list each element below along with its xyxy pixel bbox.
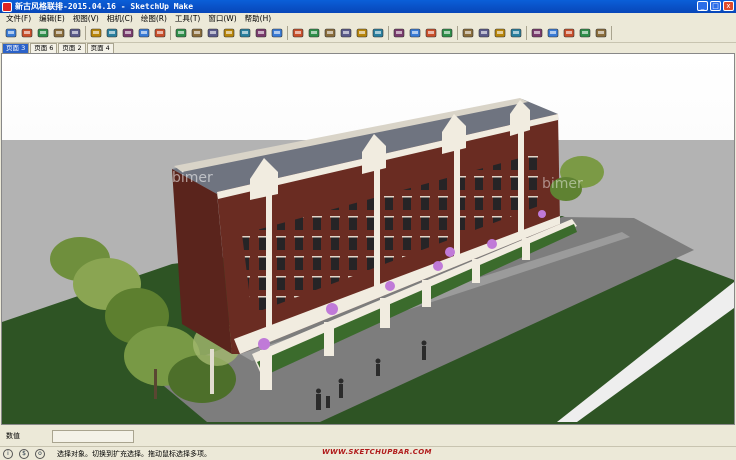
zoom-extents-icon[interactable]: [238, 27, 251, 40]
right-view-icon[interactable]: [355, 27, 368, 40]
maximize-icon[interactable]: □: [710, 1, 721, 11]
top-view-icon[interactable]: [323, 27, 336, 40]
toolbar-separator: [526, 26, 527, 40]
pan-icon[interactable]: [190, 27, 203, 40]
stamp-icon[interactable]: [509, 27, 522, 40]
menu-view[interactable]: 视图(V): [69, 13, 103, 24]
toolbar-separator: [611, 26, 612, 40]
front-view-icon[interactable]: [339, 27, 352, 40]
eraser-icon[interactable]: [20, 27, 33, 40]
menu-file[interactable]: 文件(F): [2, 13, 35, 24]
minimize-icon[interactable]: _: [697, 1, 708, 11]
tape-measure-icon[interactable]: [153, 27, 166, 40]
offset-icon[interactable]: [137, 27, 150, 40]
window-title: 新古风格联排-2015.04.16 - SketchUp Make: [15, 2, 194, 11]
measurements-field[interactable]: [52, 429, 134, 443]
title-bar: 新古风格联排-2015.04.16 - SketchUp Make _ □ x: [0, 0, 736, 13]
sandbox-icon[interactable]: [477, 27, 490, 40]
redo-icon[interactable]: [562, 27, 575, 40]
rectangle-icon[interactable]: [52, 27, 65, 40]
move-icon[interactable]: [105, 27, 118, 40]
back-view-icon[interactable]: [371, 27, 384, 40]
extension-warehouse-icon[interactable]: [594, 27, 607, 40]
iso-view-icon[interactable]: [307, 27, 320, 40]
main-toolbar: [0, 24, 736, 43]
toolbar-separator: [457, 26, 458, 40]
zoom-window-icon[interactable]: [222, 27, 235, 40]
get-models-icon[interactable]: [440, 27, 453, 40]
tab-scene-6[interactable]: 页面 6: [30, 43, 58, 53]
drape-icon[interactable]: [530, 27, 543, 40]
walk-icon[interactable]: [291, 27, 304, 40]
menu-edit[interactable]: 编辑(E): [35, 13, 69, 24]
close-icon[interactable]: x: [723, 1, 734, 11]
scene-tabs: 页面 3 页面 6 页面 2 页面 4: [0, 43, 736, 53]
toolbar-separator: [170, 26, 171, 40]
status-text: 选择对象。切换到扩充选择。拖动鼠标选择多项。: [57, 449, 211, 458]
info-icon[interactable]: i: [3, 448, 13, 459]
tab-scene-4[interactable]: 页面 4: [86, 43, 114, 53]
rotate-icon[interactable]: [121, 27, 134, 40]
menu-tools[interactable]: 工具(T): [171, 13, 204, 24]
window-controls: _ □ x: [697, 1, 734, 11]
line-icon[interactable]: [68, 27, 81, 40]
tab-scene-3[interactable]: 页面 3: [2, 43, 30, 53]
menu-window[interactable]: 窗口(W): [204, 13, 240, 24]
model-viewport[interactable]: bimer bimer: [1, 53, 735, 425]
toolbar-separator: [287, 26, 288, 40]
smoove-icon[interactable]: [493, 27, 506, 40]
orbit-icon[interactable]: [174, 27, 187, 40]
paint-bucket-icon[interactable]: [36, 27, 49, 40]
scene-drawing: bimer bimer: [2, 54, 734, 424]
share-model-icon[interactable]: [424, 27, 437, 40]
measurements-label: 数值: [6, 432, 20, 440]
sketchup-icon: [2, 1, 12, 12]
menu-draw[interactable]: 绘图(R): [137, 13, 171, 24]
bimer-watermark-2: bimer: [542, 176, 583, 192]
menu-camera[interactable]: 相机(C): [103, 13, 137, 24]
position-camera-icon[interactable]: [254, 27, 267, 40]
share-component-icon[interactable]: [461, 27, 474, 40]
user-icon[interactable]: o: [35, 448, 45, 459]
push-pull-icon[interactable]: [89, 27, 102, 40]
menu-bar: 文件(F) 编辑(E) 视图(V) 相机(C) 绘图(R) 工具(T) 窗口(W…: [0, 13, 736, 24]
credits-icon[interactable]: $: [19, 448, 29, 459]
site-watermark: WWW.SKETCHUPBAR.COM: [322, 448, 432, 456]
undo-icon[interactable]: [546, 27, 559, 40]
toolbar-separator: [85, 26, 86, 40]
print-icon[interactable]: [578, 27, 591, 40]
bimer-watermark-1: bimer: [172, 170, 213, 186]
tab-scene-2[interactable]: 页面 2: [58, 43, 86, 53]
left-view-icon[interactable]: [392, 27, 405, 40]
look-around-icon[interactable]: [270, 27, 283, 40]
zoom-icon[interactable]: [206, 27, 219, 40]
select-icon[interactable]: [4, 27, 17, 40]
toolbar-separator: [388, 26, 389, 40]
measurements-bar: 数值: [0, 426, 736, 446]
menu-help[interactable]: 帮助(H): [241, 13, 276, 24]
3d-warehouse-icon[interactable]: [408, 27, 421, 40]
